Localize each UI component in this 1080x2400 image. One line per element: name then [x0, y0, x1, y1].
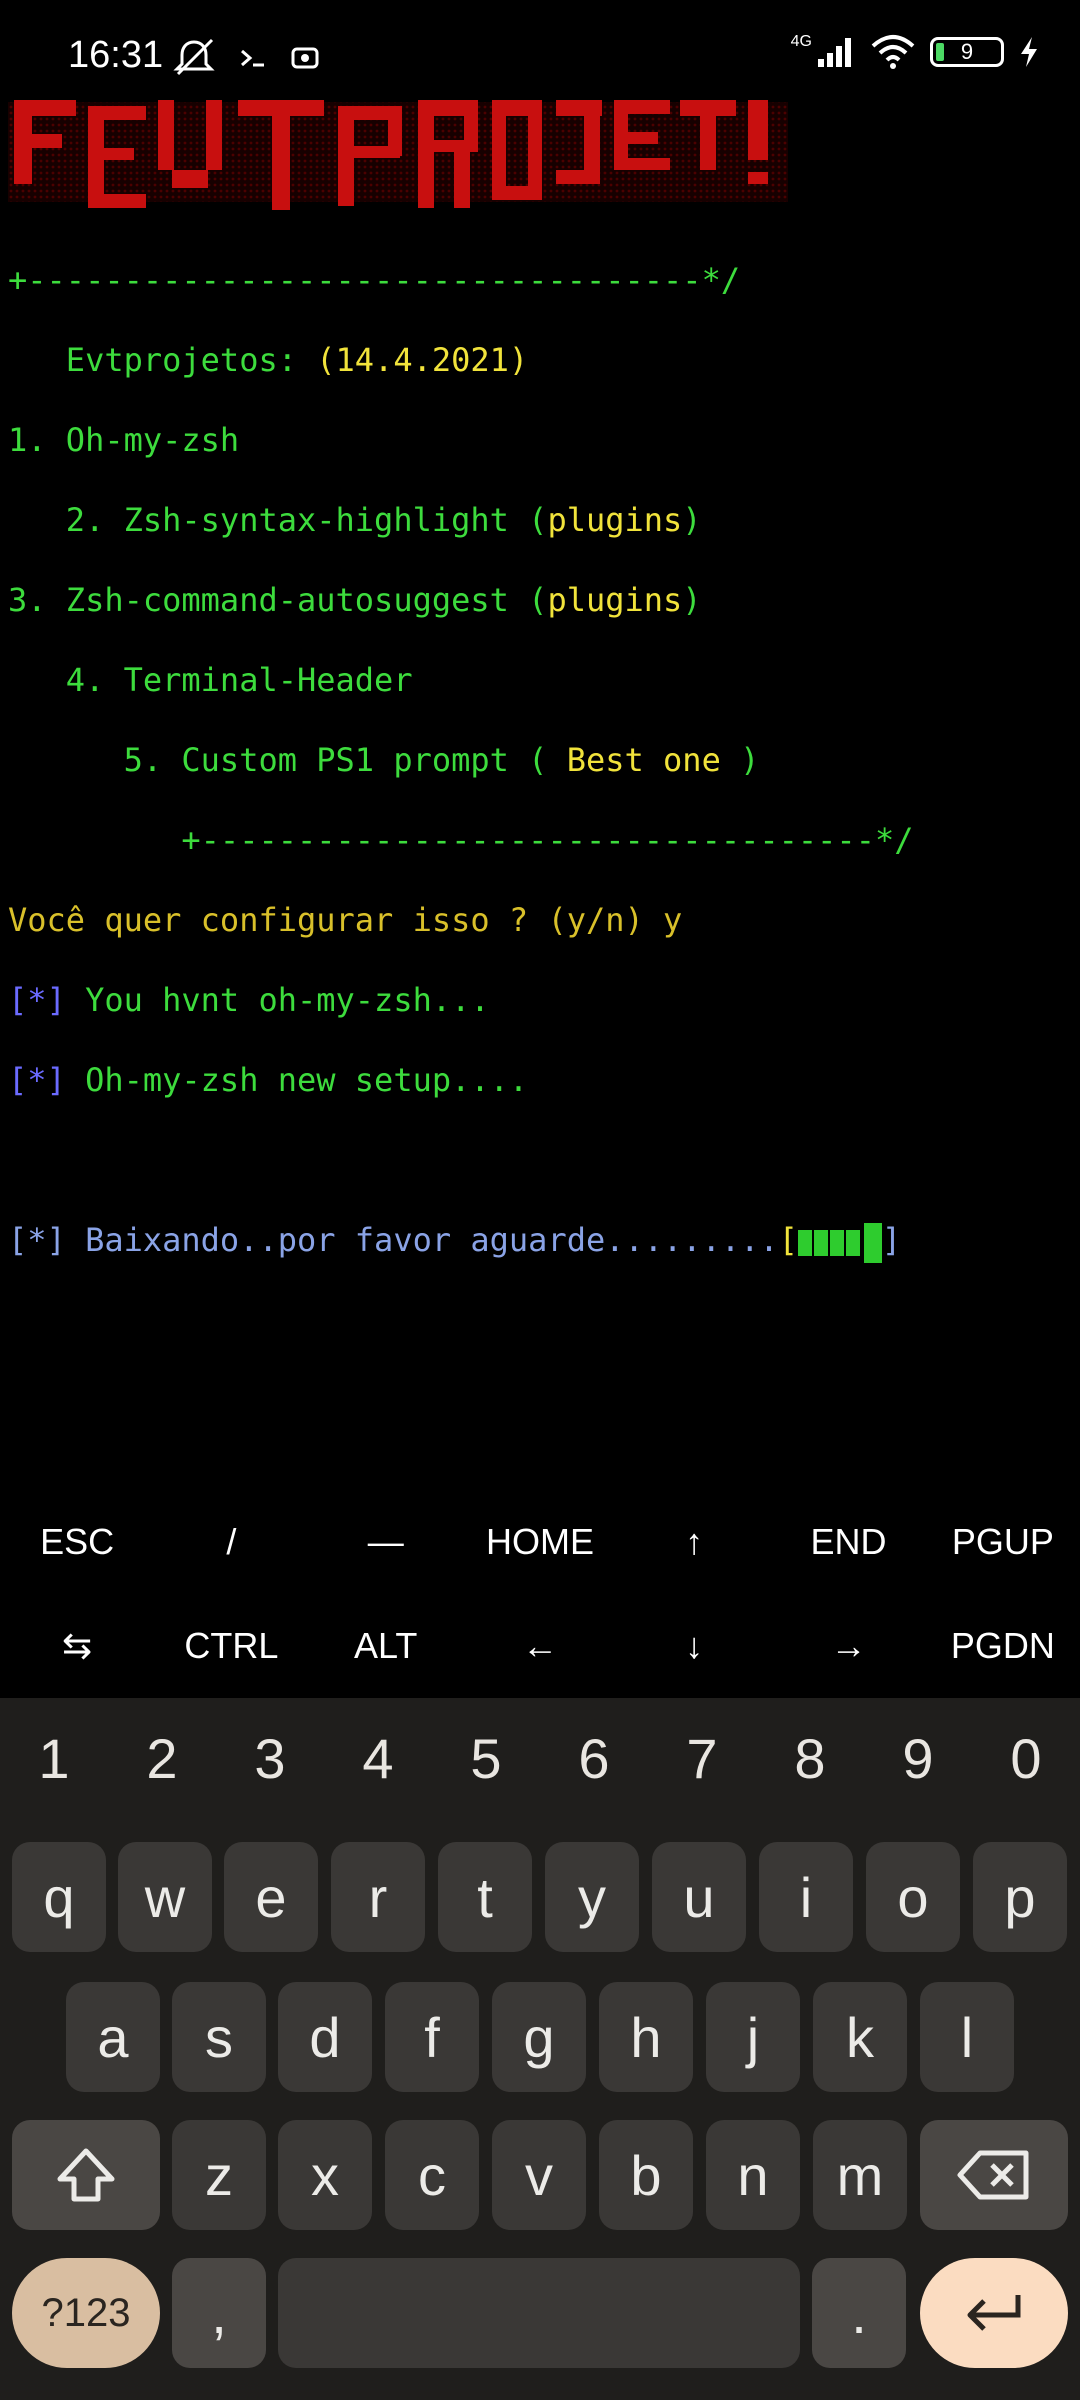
ctrl-key[interactable]: CTRL — [154, 1594, 308, 1698]
key-7[interactable]: 7 — [652, 1716, 752, 1800]
key-t[interactable]: t — [438, 1842, 532, 1952]
key-y[interactable]: y — [545, 1842, 639, 1952]
spacebar[interactable] — [278, 2258, 800, 2368]
mute-icon — [173, 38, 215, 76]
key-s[interactable]: s — [172, 1982, 266, 2092]
key-8[interactable]: 8 — [760, 1716, 860, 1800]
extra-keys-row-2: ⇆ CTRL ALT ← ↓ → PGDN — [0, 1594, 1080, 1698]
key-0[interactable]: 0 — [976, 1716, 1076, 1800]
signal-icon — [818, 38, 851, 67]
terminal-output[interactable]: +-----------------------------------*/ E… — [8, 220, 1072, 1303]
slash-key[interactable]: / — [154, 1490, 308, 1594]
extra-keys-row-1: ESC / — HOME ↑ END PGUP — [0, 1490, 1080, 1594]
key-9[interactable]: 9 — [868, 1716, 968, 1800]
prompt-question: Você quer configurar isso ? (y/n) y — [8, 901, 683, 939]
pgdn-key[interactable]: PGDN — [926, 1594, 1080, 1698]
key-w[interactable]: w — [118, 1842, 212, 1952]
key-4[interactable]: 4 — [328, 1716, 428, 1800]
down-arrow-key[interactable]: ↓ — [617, 1594, 771, 1698]
symbols-key[interactable]: ?123 — [12, 2258, 160, 2368]
esc-key[interactable]: ESC — [0, 1490, 154, 1594]
key-a[interactable]: a — [66, 1982, 160, 2092]
tab-key[interactable]: ⇆ — [0, 1594, 154, 1698]
header-name: Evtprojetos: — [8, 341, 317, 379]
enter-key[interactable] — [920, 2258, 1068, 2368]
key-f[interactable]: f — [385, 1982, 479, 2092]
ascii-banner-logo — [8, 100, 788, 210]
key-v[interactable]: v — [492, 2120, 586, 2230]
pgup-key[interactable]: PGUP — [926, 1490, 1080, 1594]
key-j[interactable]: j — [706, 1982, 800, 2092]
terminal-icon — [241, 49, 264, 67]
key-q[interactable]: q — [12, 1842, 106, 1952]
enter-icon — [967, 2295, 1021, 2331]
key-u[interactable]: u — [652, 1842, 746, 1952]
progress-bar — [797, 1221, 882, 1263]
battery-icon: 9 — [930, 37, 1004, 67]
key-k[interactable]: k — [813, 1982, 907, 2092]
status-message: [*] Oh-my-zsh new setup.... — [8, 1061, 529, 1099]
key-r[interactable]: r — [331, 1842, 425, 1952]
key-6[interactable]: 6 — [544, 1716, 644, 1800]
comma-key[interactable]: , — [172, 2258, 266, 2368]
key-b[interactable]: b — [599, 2120, 693, 2230]
key-e[interactable]: e — [224, 1842, 318, 1952]
key-z[interactable]: z — [172, 2120, 266, 2230]
left-arrow-key[interactable]: ← — [463, 1594, 617, 1698]
key-g[interactable]: g — [492, 1982, 586, 2092]
network-type: 4G — [790, 33, 812, 50]
key-x[interactable]: x — [278, 2120, 372, 2230]
status-message: [*] You hvnt oh-my-zsh... — [8, 981, 490, 1019]
key-o[interactable]: o — [866, 1842, 960, 1952]
key-c[interactable]: c — [385, 2120, 479, 2230]
menu-item: 3. Zsh-command-autosuggest (plugins) — [8, 581, 702, 619]
progress-close: ] — [881, 1221, 902, 1259]
right-arrow-key[interactable]: → — [771, 1594, 925, 1698]
backspace-key[interactable] — [920, 2120, 1068, 2230]
shift-icon — [57, 2148, 115, 2202]
extra-keys-bar: ESC / — HOME ↑ END PGUP ⇆ CTRL ALT ← ↓ →… — [0, 1490, 1080, 1698]
key-5[interactable]: 5 — [436, 1716, 536, 1800]
header-line: Evtprojetos: (14.4.2021) — [8, 340, 1072, 380]
charging-icon — [1021, 37, 1037, 67]
header-date: (14.4.2021) — [316, 341, 529, 379]
menu-item: 1. Oh-my-zsh — [8, 421, 240, 459]
menu-item: 4. Terminal-Header — [65, 661, 413, 699]
dash-key[interactable]: — — [309, 1490, 463, 1594]
screen-record-icon — [291, 47, 319, 69]
backspace-icon — [957, 2150, 1029, 2200]
home-key[interactable]: HOME — [463, 1490, 617, 1594]
menu-item: 5. Custom PS1 prompt ( Best one ) — [123, 741, 760, 779]
clock: 16:31 — [68, 34, 164, 76]
key-i[interactable]: i — [759, 1842, 853, 1952]
key-d[interactable]: d — [278, 1982, 372, 2092]
progress-open: [ — [778, 1221, 798, 1259]
key-1[interactable]: 1 — [4, 1716, 104, 1800]
terminal-cursor — [863, 1223, 882, 1263]
shift-key[interactable] — [12, 2120, 160, 2230]
menu-item: 2. Zsh-syntax-highlight (plugins) — [65, 501, 702, 539]
alt-key[interactable]: ALT — [309, 1594, 463, 1698]
key-l[interactable]: l — [920, 1982, 1014, 2092]
soft-keyboard: 1 2 3 4 5 6 7 8 9 0 q w e r t y u i o p … — [0, 1698, 1080, 2400]
download-line: [*] Baixando..por favor aguarde.........… — [8, 1220, 1072, 1263]
battery-level: 9 — [960, 39, 974, 64]
key-2[interactable]: 2 — [112, 1716, 212, 1800]
key-n[interactable]: n — [706, 2120, 800, 2230]
key-h[interactable]: h — [599, 1982, 693, 2092]
period-key[interactable]: . — [812, 2258, 906, 2368]
number-row: 1 2 3 4 5 6 7 8 9 0 — [0, 1716, 1080, 1800]
border-top: +-----------------------------------*/ — [8, 261, 741, 299]
key-m[interactable]: m — [813, 2120, 907, 2230]
border-bottom: +-----------------------------------*/ — [8, 821, 914, 859]
key-3[interactable]: 3 — [220, 1716, 320, 1800]
end-key[interactable]: END — [771, 1490, 925, 1594]
key-p[interactable]: p — [973, 1842, 1067, 1952]
wifi-icon — [871, 35, 915, 69]
up-arrow-key[interactable]: ↑ — [617, 1490, 771, 1594]
